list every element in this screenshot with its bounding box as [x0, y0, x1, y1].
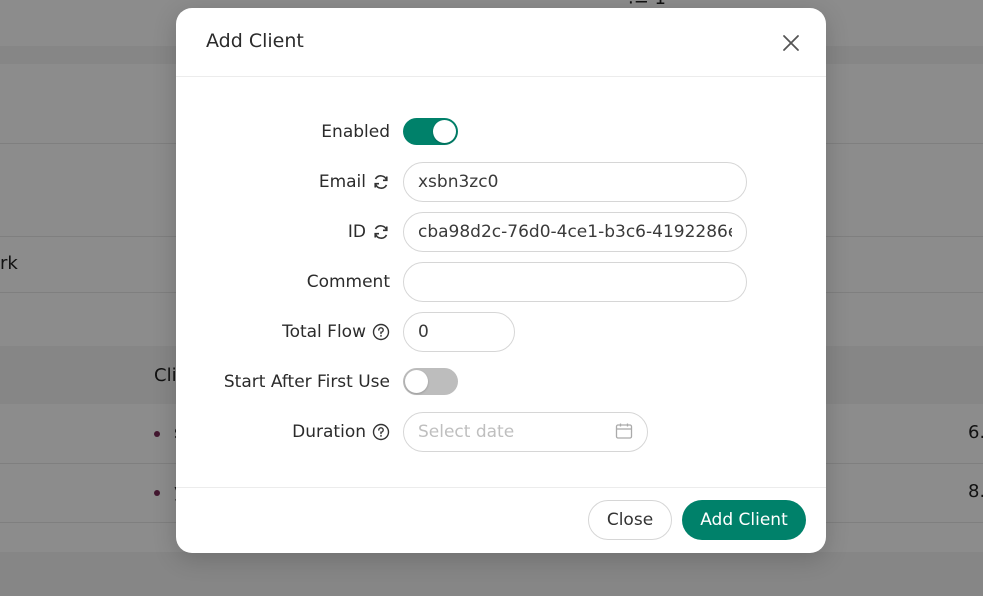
dialog-footer: Close Add Client [176, 487, 826, 553]
enabled-control [403, 112, 458, 152]
id-control [403, 212, 747, 252]
duration-label: Duration [292, 422, 366, 442]
enabled-toggle[interactable] [403, 118, 458, 145]
calendar-icon[interactable] [615, 422, 633, 444]
dialog-header: Add Client [176, 8, 826, 77]
id-label-group: ID [348, 212, 390, 252]
help-icon[interactable] [372, 423, 390, 441]
refresh-icon[interactable] [372, 223, 390, 241]
add-client-dialog: Add Client Enabled Email ID [176, 8, 826, 553]
add-client-button[interactable]: Add Client [682, 500, 806, 540]
duration-label-group: Duration [292, 412, 390, 452]
id-label: ID [347, 222, 366, 242]
comment-label-group: Comment [307, 262, 390, 302]
enabled-label-group: Enabled [321, 112, 390, 152]
dialog-title: Add Client [206, 30, 304, 52]
email-row: Email [176, 162, 826, 202]
duration-row: Duration Select date [176, 412, 826, 452]
duration-control: Select date [403, 412, 648, 452]
email-label-group: Email [319, 162, 390, 202]
close-icon[interactable] [778, 30, 804, 56]
total-flow-label-group: Total Flow [282, 312, 390, 352]
start-after-first-use-label-group: Start After First Use [224, 362, 390, 402]
toggle-knob [405, 370, 428, 393]
start-after-first-use-control [403, 362, 458, 402]
help-icon[interactable] [372, 323, 390, 341]
start-after-first-use-row: Start After First Use [176, 362, 826, 402]
comment-field[interactable] [403, 262, 747, 302]
id-row: ID [176, 212, 826, 252]
enabled-row: Enabled [176, 112, 826, 152]
refresh-icon[interactable] [372, 173, 390, 191]
date-placeholder: Select date [418, 422, 515, 442]
total-flow-control [403, 312, 515, 352]
total-flow-label: Total Flow [282, 322, 366, 342]
comment-row: Comment [176, 262, 826, 302]
email-field[interactable] [403, 162, 747, 202]
start-after-first-use-label: Start After First Use [223, 372, 390, 392]
toggle-knob [433, 120, 456, 143]
id-field[interactable] [403, 212, 747, 252]
total-flow-row: Total Flow [176, 312, 826, 352]
duration-date-picker[interactable]: Select date [403, 412, 648, 452]
email-control [403, 162, 747, 202]
comment-label: Comment [306, 272, 390, 292]
comment-control [403, 262, 747, 302]
start-after-first-use-toggle[interactable] [403, 368, 458, 395]
enabled-label: Enabled [321, 122, 390, 142]
close-button[interactable]: Close [588, 500, 672, 540]
email-label: Email [318, 172, 366, 192]
total-flow-field[interactable] [403, 312, 515, 352]
